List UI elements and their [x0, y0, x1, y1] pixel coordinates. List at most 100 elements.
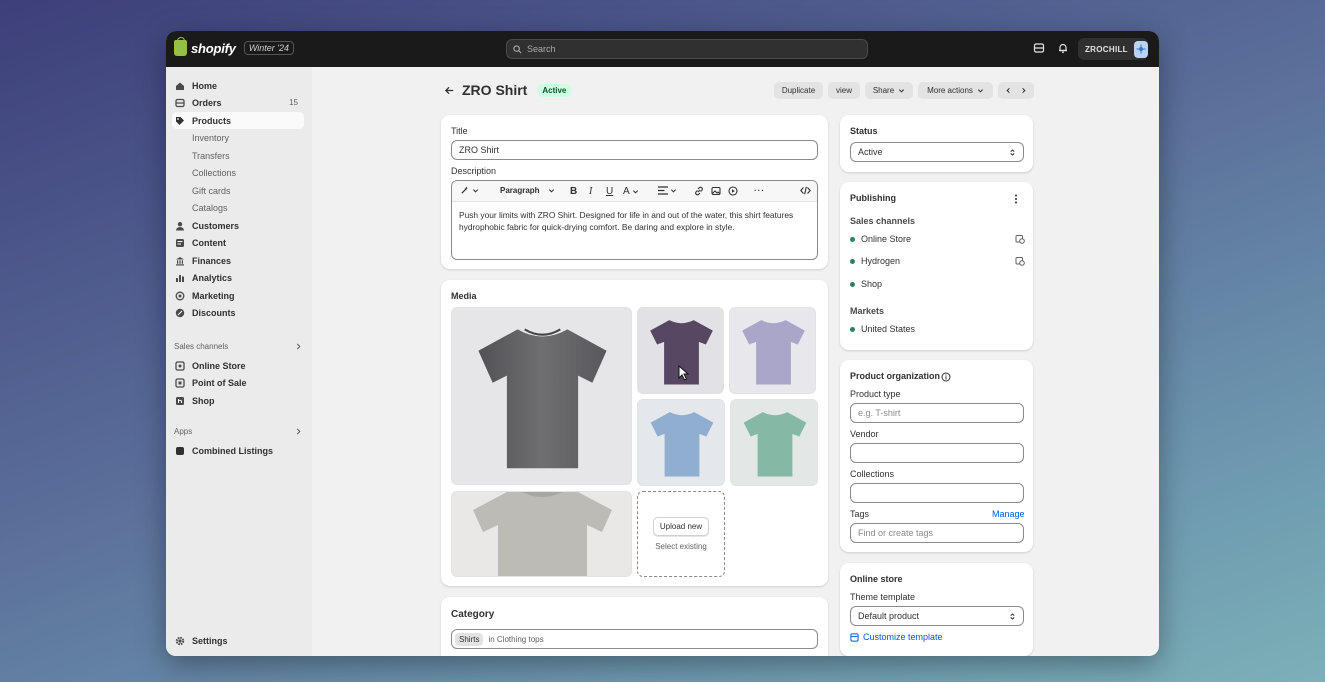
- category-heading: Category: [451, 609, 495, 620]
- main-content: ZRO Shirt Active Duplicate view Share Mo…: [312, 67, 1159, 656]
- organization-heading: Product organization: [850, 371, 940, 381]
- info-icon[interactable]: [941, 372, 951, 382]
- channel-name: Shop: [861, 279, 883, 289]
- sidebar-item-finances[interactable]: Finances: [172, 252, 304, 269]
- bell-icon[interactable]: [1056, 41, 1070, 55]
- sidebar-item-online-store[interactable]: Online Store: [172, 357, 304, 374]
- image-icon[interactable]: [711, 186, 721, 196]
- underline-icon[interactable]: U: [606, 186, 613, 197]
- sidebar-item-settings[interactable]: Settings: [172, 632, 304, 649]
- online-store-heading: Online store: [850, 574, 903, 584]
- customize-template-label: Customize template: [863, 632, 943, 642]
- sidebar-item-orders[interactable]: Orders 15: [172, 94, 304, 111]
- paragraph-select[interactable]: Paragraph: [500, 186, 555, 195]
- media-tile-lavender[interactable]: [729, 307, 816, 394]
- sidebar-item-label: Marketing: [192, 290, 235, 301]
- inbox-icon[interactable]: [1032, 41, 1046, 55]
- more-vertical-icon[interactable]: [1013, 194, 1019, 204]
- back-arrow-icon[interactable]: [442, 83, 456, 97]
- bank-icon: [175, 256, 185, 266]
- sidebar-item-products[interactable]: Products: [172, 112, 304, 129]
- store-name: ZROCHILL: [1085, 44, 1128, 54]
- status-dot: [850, 326, 855, 332]
- store-menu[interactable]: ZROCHILL: [1078, 38, 1148, 60]
- sidebar-item-inventory[interactable]: Inventory: [172, 129, 304, 146]
- italic-icon[interactable]: I: [589, 186, 592, 197]
- tshirt-image: [478, 328, 607, 469]
- sidebar-item-analytics[interactable]: Analytics: [172, 269, 304, 286]
- sidebar-item-label: Analytics: [192, 272, 233, 283]
- sidebar-item-home[interactable]: Home: [172, 77, 304, 94]
- media-tile-purple[interactable]: [637, 307, 724, 394]
- share-button[interactable]: Share: [865, 82, 913, 99]
- select-arrows-icon: [1010, 612, 1015, 620]
- sales-channels-heading[interactable]: Sales channels: [174, 339, 302, 353]
- sidebar-item-collections[interactable]: Collections: [172, 164, 304, 181]
- edition-badge[interactable]: Winter '24: [243, 41, 294, 55]
- manage-tags-link[interactable]: Manage: [992, 509, 1025, 519]
- sidebar-item-customers[interactable]: Customers: [172, 217, 304, 234]
- sidebar-item-label: Gift cards: [192, 185, 231, 196]
- sidebar-item-combined-listings[interactable]: Combined Listings: [172, 442, 304, 459]
- view-button[interactable]: view: [828, 82, 860, 99]
- description-text[interactable]: Push your limits with ZRO Shirt. Designe…: [452, 202, 817, 240]
- more-horizontal-icon[interactable]: ···: [754, 186, 765, 195]
- bold-icon[interactable]: B: [570, 186, 577, 197]
- upload-new-button[interactable]: Upload new: [652, 517, 710, 536]
- theme-template-select[interactable]: Default product: [850, 606, 1024, 626]
- sidebar-item-discounts[interactable]: Discounts: [172, 304, 304, 321]
- shopify-logo[interactable]: shopify Winter '24: [174, 37, 294, 56]
- sidebar-item-label: Collections: [192, 167, 237, 178]
- category-input[interactable]: Shirts in Clothing tops: [451, 629, 818, 649]
- sidebar-item-shop[interactable]: Shop: [172, 392, 304, 409]
- sales-channels-heading-label: Sales channels: [174, 341, 229, 351]
- video-icon[interactable]: [728, 186, 738, 196]
- schedule-icon[interactable]: [1015, 234, 1025, 244]
- upload-dropzone[interactable]: Upload new Select existing: [637, 491, 725, 577]
- chevron-left-icon[interactable]: [1005, 87, 1012, 94]
- sidebar-item-catalogs[interactable]: Catalogs: [172, 199, 304, 216]
- sidebar-item-label: Orders: [192, 97, 222, 108]
- product-type-input[interactable]: e.g. T-shirt: [850, 403, 1024, 423]
- sidebar-item-marketing[interactable]: Marketing: [172, 287, 304, 304]
- sidebar-item-transfers[interactable]: Transfers: [172, 147, 304, 164]
- duplicate-button[interactable]: Duplicate: [774, 82, 823, 99]
- content-icon: [175, 238, 185, 248]
- prev-next-buttons[interactable]: [998, 82, 1034, 99]
- apps-heading-label: Apps: [174, 426, 193, 436]
- sidebar-item-content[interactable]: Content: [172, 234, 304, 251]
- search-bar[interactable]: [506, 39, 868, 59]
- align-icon[interactable]: [658, 186, 677, 195]
- media-tile-green[interactable]: [730, 399, 818, 486]
- media-tile-main[interactable]: [451, 307, 632, 485]
- collections-input[interactable]: [850, 483, 1024, 503]
- tags-label: Tags: [850, 509, 870, 519]
- media-heading: Media: [451, 291, 477, 301]
- theme-template-label: Theme template: [850, 592, 916, 602]
- ai-magic-button[interactable]: [460, 186, 479, 195]
- search-input[interactable]: [527, 44, 827, 54]
- media-tile-white[interactable]: [451, 491, 632, 577]
- text-color-icon[interactable]: A: [623, 186, 639, 197]
- vendor-input[interactable]: [850, 443, 1024, 463]
- sidebar-item-gift-cards[interactable]: Gift cards: [172, 182, 304, 199]
- description-editor[interactable]: Paragraph B I U A ··· Push your limits w…: [451, 180, 818, 260]
- chevron-down-icon: [472, 189, 479, 193]
- customize-template-link[interactable]: Customize template: [850, 632, 943, 642]
- chevron-right-icon[interactable]: [1020, 87, 1027, 94]
- target-icon: [175, 291, 185, 301]
- status-select[interactable]: Active: [850, 142, 1024, 162]
- sidebar-item-point-of-sale[interactable]: Point of Sale: [172, 374, 304, 391]
- tags-input[interactable]: Find or create tags: [850, 523, 1024, 543]
- link-icon[interactable]: [694, 186, 704, 196]
- media-tile-blue[interactable]: [637, 399, 725, 486]
- editor-toolbar: Paragraph B I U A ···: [452, 181, 817, 202]
- more-actions-button[interactable]: More actions: [918, 82, 993, 99]
- schedule-icon[interactable]: [1015, 256, 1025, 266]
- code-icon[interactable]: [800, 186, 811, 195]
- apps-heading[interactable]: Apps: [174, 424, 302, 438]
- select-existing-link[interactable]: Select existing: [655, 542, 707, 551]
- market-name: United States: [861, 324, 916, 334]
- orders-icon: [175, 98, 185, 108]
- title-input[interactable]: ZRO Shirt: [451, 140, 818, 160]
